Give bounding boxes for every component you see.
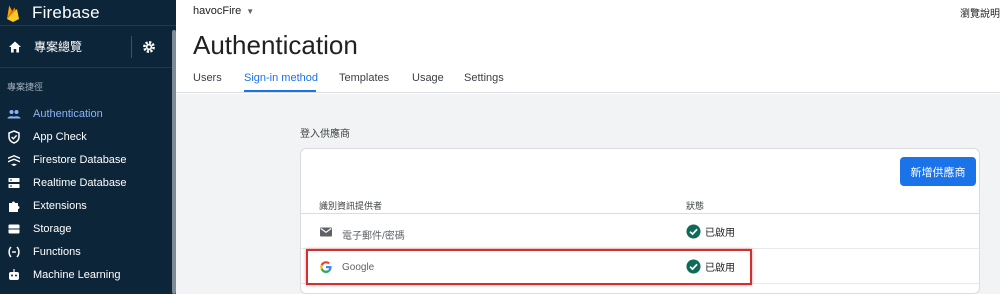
sidebar-item-label: Realtime Database [33, 176, 127, 189]
tab-bar: Users Sign-in method Templates Usage Set… [176, 66, 1000, 93]
sidebar: Firebase 專案總覽 專案捷徑 Authentication App Ch… [0, 0, 176, 294]
puzzle-icon [7, 199, 21, 213]
database-icon [7, 176, 21, 190]
main-content: havocFire ▼ 瀏覽說明 Authentication Users Si… [176, 0, 1000, 294]
tab-settings[interactable]: Settings [464, 72, 504, 84]
storage-icon [7, 222, 21, 236]
column-header-status: 狀態 [686, 201, 705, 211]
sidebar-item-label: App Check [33, 130, 87, 143]
tab-users[interactable]: Users [193, 72, 222, 84]
tab-templates[interactable]: Templates [339, 72, 389, 84]
chevron-down-icon: ▼ [246, 6, 255, 16]
sidebar-item-label: Functions [33, 245, 81, 258]
status-text: 已啟用 [705, 228, 735, 239]
overview-divider [131, 36, 132, 58]
sidebar-item-label: Firestore Database [33, 153, 127, 166]
check-circle-icon [686, 259, 701, 274]
people-icon [7, 107, 21, 121]
provider-name: 電子郵件/密碼 [342, 231, 405, 242]
functions-icon [7, 245, 21, 259]
sidebar-item-app-check[interactable]: App Check [0, 125, 176, 148]
brand[interactable]: Firebase [0, 0, 176, 26]
providers-table-header: 識別資訊提供者 狀態 [301, 192, 979, 214]
tab-sign-in-method[interactable]: Sign-in method [244, 72, 318, 84]
project-overview-label: 專案總覽 [34, 40, 83, 54]
status-badge: 已啟用 [686, 224, 735, 239]
robot-icon [7, 268, 21, 282]
sidebar-item-authentication[interactable]: Authentication [0, 102, 176, 125]
providers-section-title: 登入供應商 [300, 129, 350, 140]
sidebar-item-storage[interactable]: Storage [0, 217, 176, 240]
status-text: 已啟用 [705, 263, 735, 274]
tab-usage[interactable]: Usage [412, 72, 444, 84]
status-badge: 已啟用 [686, 259, 735, 274]
sidebar-item-label: Storage [33, 222, 72, 235]
sidebar-item-label: Authentication [33, 107, 103, 120]
sidebar-item-functions[interactable]: Functions [0, 240, 176, 263]
page-title: Authentication [193, 30, 358, 60]
sidebar-item-label: Extensions [33, 199, 87, 212]
column-header-provider: 識別資訊提供者 [319, 201, 383, 211]
sidebar-item-firestore-database[interactable]: Firestore Database [0, 148, 176, 171]
sidebar-item-realtime-database[interactable]: Realtime Database [0, 171, 176, 194]
provider-row-email[interactable]: 電子郵件/密碼 已啟用 [301, 215, 979, 249]
firebase-logo-icon [7, 5, 19, 22]
gear-icon[interactable] [142, 40, 156, 54]
provider-row-google[interactable]: Google 已啟用 [301, 250, 979, 284]
shortcuts-section-label: 專案捷徑 [7, 82, 44, 92]
sidebar-item-machine-learning[interactable]: Machine Learning [0, 263, 176, 286]
brand-name: Firebase [32, 2, 100, 22]
help-link[interactable]: 瀏覽說明 [960, 5, 1000, 20]
sidebar-item-extensions[interactable]: Extensions [0, 194, 176, 217]
project-name: havocFire [193, 5, 242, 17]
email-icon [320, 227, 332, 237]
provider-name: Google [342, 262, 375, 273]
home-icon [9, 41, 21, 52]
providers-card: 新增供應商 識別資訊提供者 狀態 電子郵件/密碼 已啟用 Google 已啟用 [300, 148, 980, 294]
google-icon [320, 261, 332, 273]
sidebar-item-label: Machine Learning [33, 268, 121, 281]
firestore-icon [7, 153, 21, 167]
project-overview[interactable]: 專案總覽 [0, 26, 176, 68]
add-provider-button[interactable]: 新增供應商 [900, 157, 976, 186]
check-circle-icon [686, 224, 701, 239]
project-selector[interactable]: havocFire ▼ [193, 5, 254, 17]
shield-check-icon [7, 129, 21, 144]
active-tab-indicator [244, 90, 316, 92]
